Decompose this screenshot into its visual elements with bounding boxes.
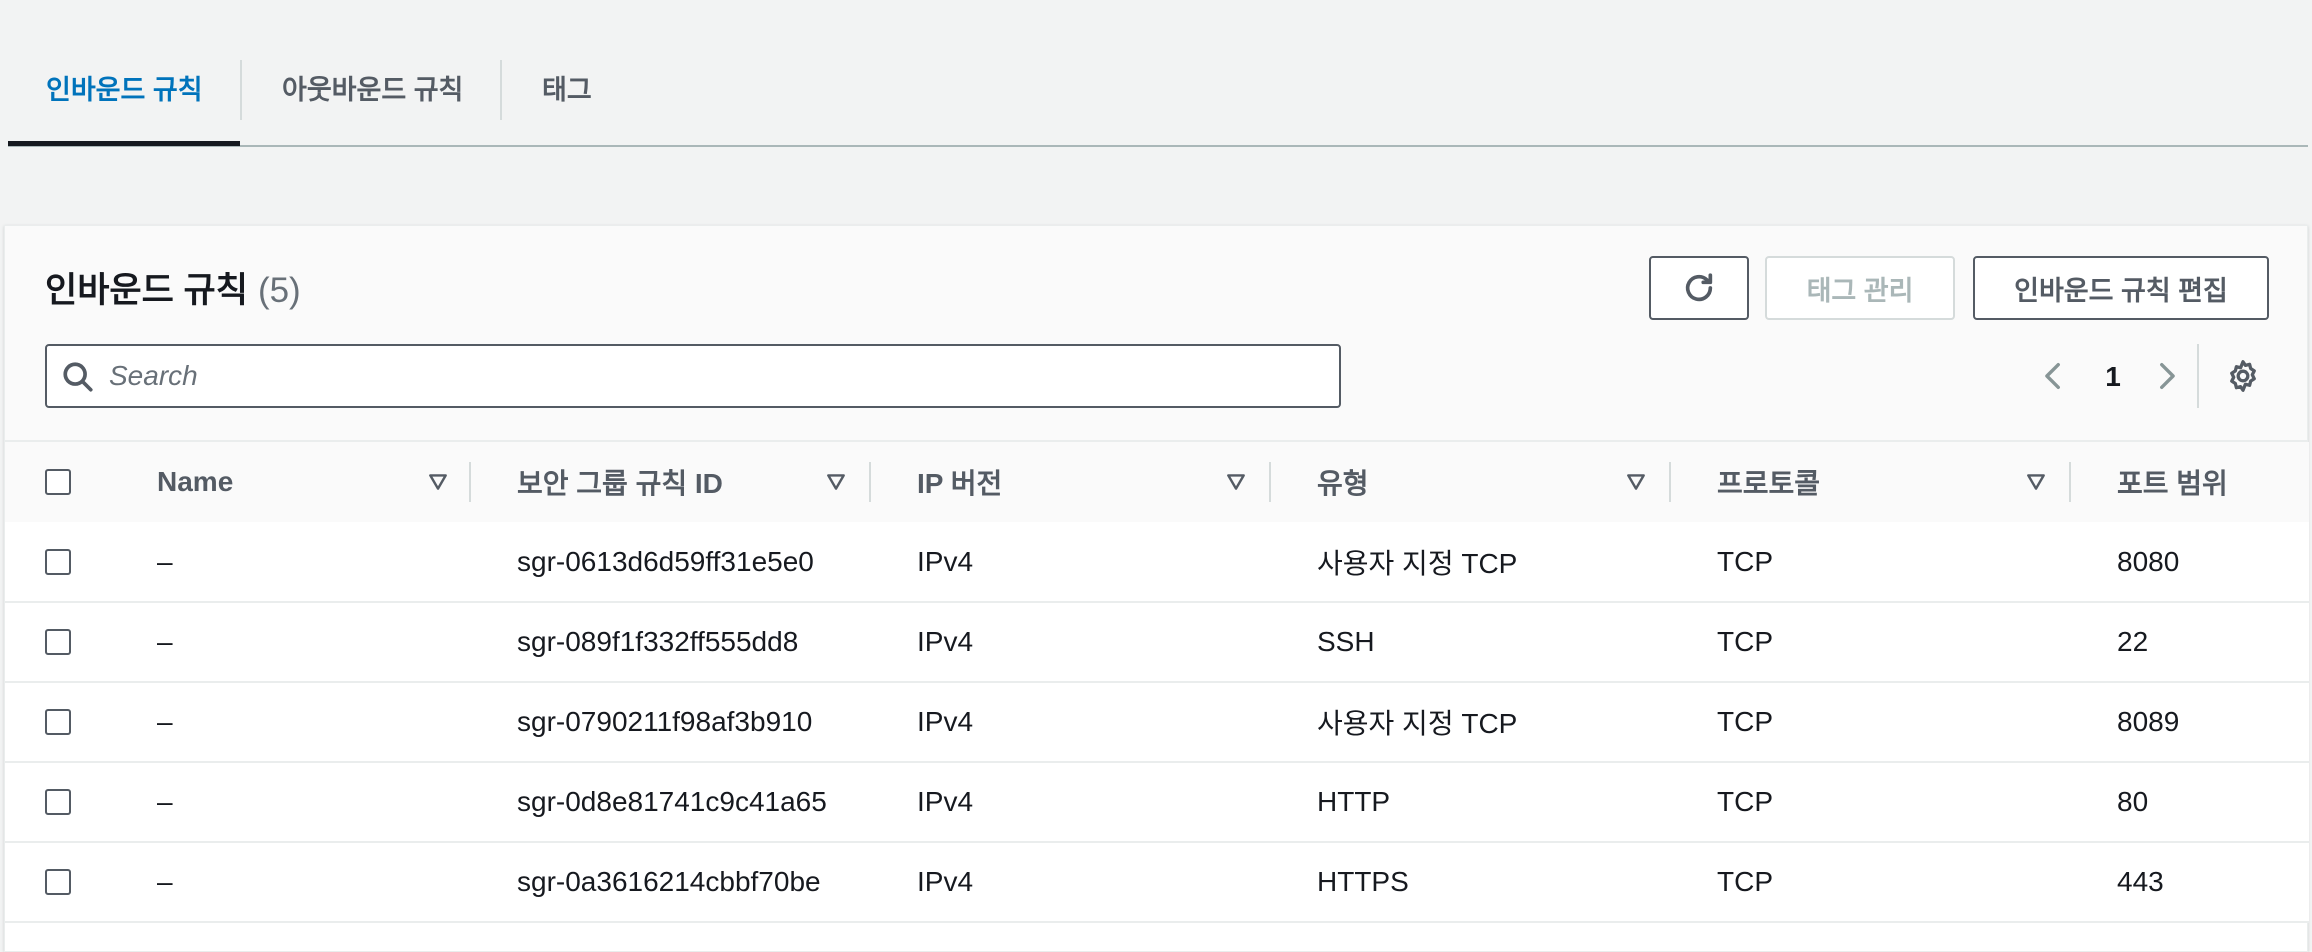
tab-separator <box>240 60 242 120</box>
table-body: – sgr-0613d6d59ff31e5e0 IPv4 사용자 지정 TCP TCP 8… <box>5 522 2309 922</box>
column-label: 포트 범위 <box>2117 468 2228 499</box>
current-page-number[interactable]: 1 <box>2093 352 2133 402</box>
sort-filter-icon[interactable] <box>427 471 449 493</box>
row-select-cell <box>5 602 111 682</box>
cell-name: – <box>157 626 173 657</box>
table-row[interactable]: – sgr-0790211f98af3b910 IPv4 사용자 지정 TCP TCP 8… <box>5 682 2309 762</box>
column-label: Name <box>157 466 234 497</box>
edit-inbound-rules-button[interactable]: 인바운드 규칙 편집 <box>1973 256 2269 320</box>
cell-port-range: 22 <box>2117 626 2149 657</box>
cell-port-range: 8080 <box>2117 545 2180 577</box>
cell-protocol: TCP <box>1717 545 1773 577</box>
row-checkbox[interactable] <box>45 548 71 575</box>
column-label: 프로토콜 <box>1717 468 1821 499</box>
column-header-name[interactable]: Name <box>111 442 471 522</box>
sort-filter-icon[interactable] <box>1625 471 1647 493</box>
cell-ip-version: IPv4 <box>917 706 974 737</box>
cell-rule-id: sgr-0d8e81741c9c41a65 <box>517 786 827 817</box>
table-row[interactable]: – sgr-0d8e81741c9c41a65 IPv4 HTTP TCP 80 <box>5 762 2309 842</box>
search-field[interactable] <box>45 344 1341 408</box>
active-tab-indicator <box>8 141 240 146</box>
select-all-checkbox[interactable] <box>45 469 71 495</box>
panel-title: 인바운드 규칙 (5) <box>45 266 301 316</box>
cell-ip-version: IPv4 <box>917 866 974 897</box>
column-header-rule-id[interactable]: 보안 그룹 규칙 ID <box>471 442 871 522</box>
column-label: IP 버전 <box>917 468 1003 499</box>
column-header-protocol[interactable]: 프로토콜 <box>1671 442 2071 522</box>
cell-type: HTTPS <box>1317 866 1409 897</box>
column-header-port-range[interactable]: 포트 범위 <box>2071 442 2309 522</box>
column-header-type[interactable]: 유형 <box>1271 442 1671 522</box>
cell-port-range: 80 <box>2117 786 2149 817</box>
cell-name: – <box>157 545 173 577</box>
panel-header: 인바운드 규칙(5) 태그 관리 인바운드 규칙 편집 1 <box>5 226 2307 442</box>
row-select-cell <box>5 522 111 602</box>
table-header-row: Name 보안 그룹 규칙 ID IP 버전 유형 프로토콜 포트 범위 <box>5 442 2309 522</box>
cell-protocol: TCP <box>1717 626 1773 657</box>
cell-name: – <box>157 866 173 897</box>
search-icon <box>63 362 93 392</box>
inbound-rules-table: Name 보안 그룹 규칙 ID IP 버전 유형 프로토콜 포트 범위 – s… <box>5 442 2309 923</box>
inbound-rules-panel: 인바운드 규칙(5) 태그 관리 인바운드 규칙 편집 1 <box>4 225 2309 952</box>
pager-separator <box>2197 344 2199 408</box>
sort-filter-icon[interactable] <box>1225 471 1247 493</box>
tab-tags[interactable]: 태그 <box>542 60 592 120</box>
sort-filter-icon[interactable] <box>825 471 847 493</box>
refresh-button[interactable] <box>1649 256 1749 320</box>
cell-rule-id: sgr-0613d6d59ff31e5e0 <box>517 545 814 577</box>
cell-name: – <box>157 786 173 817</box>
column-label: 유형 <box>1317 468 1369 499</box>
cell-type: HTTP <box>1317 786 1391 817</box>
cell-protocol: TCP <box>1717 706 1773 737</box>
column-label: 보안 그룹 규칙 ID <box>517 468 723 499</box>
row-checkbox[interactable] <box>45 629 71 655</box>
cell-ip-version: IPv4 <box>917 626 974 657</box>
table-row[interactable]: – sgr-089f1f332ff555dd8 IPv4 SSH TCP 22 <box>5 602 2309 682</box>
tab-separator <box>500 60 502 120</box>
tab-outbound-rules[interactable]: 아웃바운드 규칙 <box>282 60 463 120</box>
cell-type: 사용자 지정 TCP <box>1317 708 1518 739</box>
search-input[interactable] <box>109 354 1309 398</box>
cell-rule-id: sgr-0a3616214cbbf70be <box>517 866 821 897</box>
select-all-header <box>5 442 111 522</box>
cell-ip-version: IPv4 <box>917 786 974 817</box>
row-select-cell <box>5 682 111 762</box>
sort-filter-icon[interactable] <box>2025 471 2047 493</box>
row-checkbox[interactable] <box>45 789 71 815</box>
cell-type: SSH <box>1317 626 1375 657</box>
cell-protocol: TCP <box>1717 786 1773 817</box>
cell-rule-id: sgr-089f1f332ff555dd8 <box>517 626 799 657</box>
cell-rule-id: sgr-0790211f98af3b910 <box>517 706 813 737</box>
tab-inbound-rules[interactable]: 인바운드 규칙 <box>46 60 203 120</box>
row-checkbox[interactable] <box>45 869 71 895</box>
table-row[interactable]: – sgr-0613d6d59ff31e5e0 IPv4 사용자 지정 TCP TCP 8… <box>5 522 2309 602</box>
table-row[interactable]: – sgr-0a3616214cbbf70be IPv4 HTTPS TCP 443 <box>5 842 2309 922</box>
row-select-cell <box>5 762 111 842</box>
settings-gear-icon[interactable] <box>2225 358 2261 394</box>
cell-port-range: 443 <box>2117 866 2164 897</box>
cell-protocol: TCP <box>1717 866 1773 897</box>
rule-count: (5) <box>257 271 301 310</box>
manage-tags-button[interactable]: 태그 관리 <box>1765 256 1955 320</box>
column-header-ip-version[interactable]: IP 버전 <box>871 442 1271 522</box>
next-page-icon[interactable] <box>2149 359 2183 393</box>
row-select-cell <box>5 842 111 922</box>
cell-port-range: 8089 <box>2117 706 2180 737</box>
cell-ip-version: IPv4 <box>917 545 974 577</box>
cell-name: – <box>157 706 173 737</box>
cell-type: 사용자 지정 TCP <box>1317 547 1518 579</box>
tab-bar: 인바운드 규칙 아웃바운드 규칙 태그 <box>8 0 2308 147</box>
refresh-icon <box>1685 273 1713 302</box>
panel-title-text: 인바운드 규칙 <box>45 271 248 310</box>
previous-page-icon[interactable] <box>2037 359 2071 393</box>
row-checkbox[interactable] <box>45 709 71 735</box>
